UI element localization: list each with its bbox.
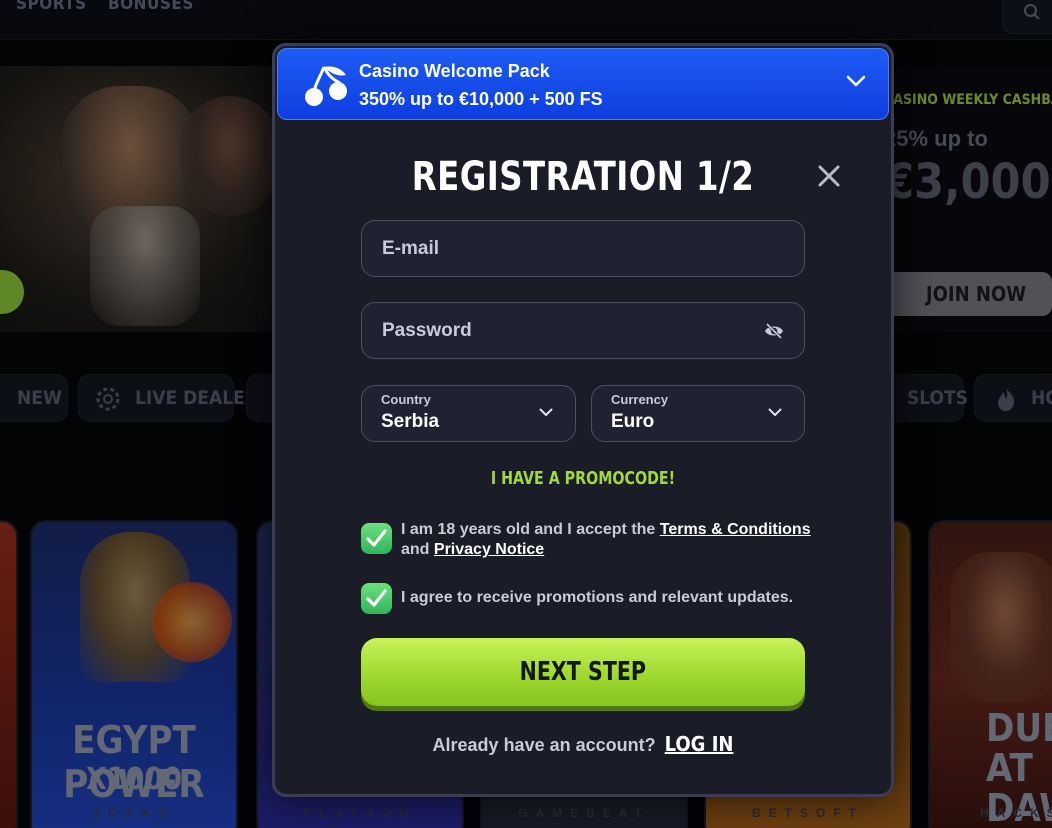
chevron-down-icon (846, 75, 866, 87)
welcome-pack-offer: 350% up to €10,000 + 500 FS (359, 89, 603, 109)
promotions-checkbox-row: I agree to receive promotions and releva… (361, 583, 805, 617)
terms-text: I am 18 years old and I accept the Terms… (401, 520, 811, 560)
close-icon (818, 165, 840, 187)
chevron-down-icon (768, 408, 782, 416)
promotions-checkbox[interactable] (361, 583, 392, 614)
close-button[interactable] (817, 164, 841, 188)
chevron-down-icon (539, 408, 553, 416)
currency-value: Euro (611, 411, 655, 432)
welcome-pack-title: Casino Welcome Pack (359, 61, 550, 81)
email-input[interactable] (362, 221, 804, 276)
terms-and: and (401, 541, 430, 558)
next-step-button[interactable]: NEXT STEP (361, 638, 805, 706)
terms-checkbox-row: I am 18 years old and I accept the Terms… (361, 521, 811, 567)
cherry-icon (305, 66, 347, 106)
next-step-label: NEXT STEP (519, 657, 647, 687)
country-value: Serbia (381, 411, 440, 432)
country-label: Country (381, 392, 431, 407)
terms-checkbox[interactable] (361, 523, 392, 554)
check-icon (366, 529, 387, 547)
promocode-link[interactable]: I HAVE A PROMOCODE! (312, 468, 854, 489)
currency-label: Currency (611, 392, 669, 407)
terms-link[interactable]: Terms & Conditions (660, 521, 811, 538)
password-input[interactable] (362, 303, 804, 358)
eye-off-icon[interactable] (764, 322, 784, 340)
promotions-text: I agree to receive promotions and releva… (401, 589, 794, 606)
country-select[interactable]: Country Serbia (361, 385, 576, 442)
privacy-link[interactable]: Privacy Notice (434, 541, 544, 558)
password-field[interactable] (361, 302, 805, 359)
page: SPORTS BONUSES CASINO WEEKLY CASHBACK 25… (0, 0, 1052, 828)
terms-prefix: I am 18 years old and I accept the (401, 521, 656, 538)
welcome-pack-selector[interactable]: Casino Welcome Pack 350% up to €10,000 +… (277, 48, 889, 120)
currency-select[interactable]: Currency Euro (591, 385, 805, 442)
registration-modal: Casino Welcome Pack 350% up to €10,000 +… (272, 43, 894, 797)
login-link[interactable]: LOG IN (665, 732, 734, 756)
login-prompt: Already have an account? (432, 735, 656, 755)
login-prompt-row: Already have an account? LOG IN (275, 732, 891, 756)
email-field[interactable] (361, 220, 805, 277)
check-icon (366, 589, 387, 607)
registration-title: REGISTRATION 1/2 (411, 154, 755, 200)
